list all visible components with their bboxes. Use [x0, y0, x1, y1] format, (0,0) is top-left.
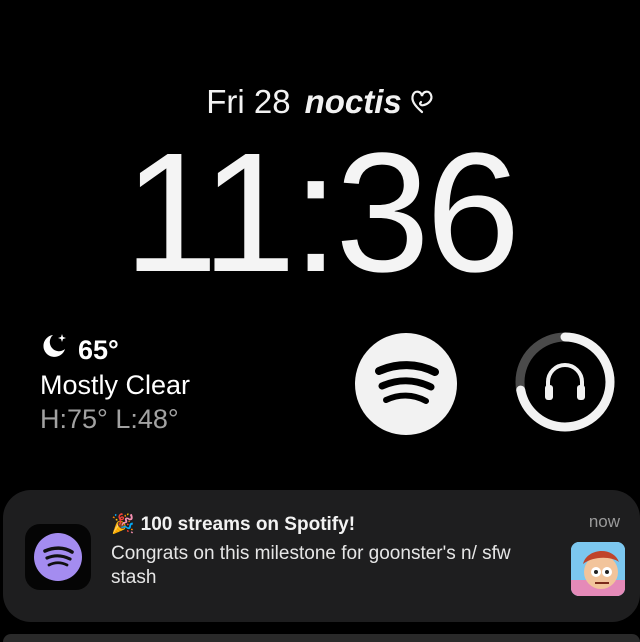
- lockscreen-clock: 11:36: [123, 118, 521, 308]
- moon-stars-icon: [40, 332, 70, 368]
- date-name-row: Fri 28 noctis: [0, 82, 640, 121]
- spotify-logo-icon: [375, 361, 439, 404]
- weather-widget[interactable]: 65° Mostly Clear H:75° L:48°: [40, 332, 190, 436]
- weather-temperature: 65°: [78, 335, 119, 365]
- audio-progress-widget[interactable]: [513, 330, 617, 434]
- weather-high-low: H:75° L:48°: [40, 404, 179, 434]
- notification-title: 🎉 100 streams on Spotify!: [111, 512, 355, 536]
- date-label: Fri 28: [206, 82, 291, 120]
- spotify-logo-icon: [34, 533, 82, 581]
- notification-thumbnail: [571, 542, 625, 596]
- weather-condition: Mostly Clear: [40, 370, 191, 400]
- weather-temp-row: 65°: [40, 332, 190, 368]
- lockscreen-name: noctis: [304, 82, 402, 120]
- notification-time: now: [588, 512, 620, 531]
- headphones-icon: [545, 363, 585, 400]
- spotify-notification[interactable]: 🎉 100 streams on Spotify! Congrats on thi…: [3, 490, 640, 622]
- heart-outline-icon: [410, 88, 434, 121]
- notification-app-icon: [25, 524, 91, 590]
- stacked-notification-edge: [3, 634, 640, 642]
- notification-body: Congrats on this milestone for goonster'…: [111, 543, 511, 588]
- spotify-widget[interactable]: [355, 333, 457, 435]
- party-popper-icon: 🎉: [111, 514, 135, 535]
- notification-title-text: 100 streams on Spotify!: [140, 514, 356, 535]
